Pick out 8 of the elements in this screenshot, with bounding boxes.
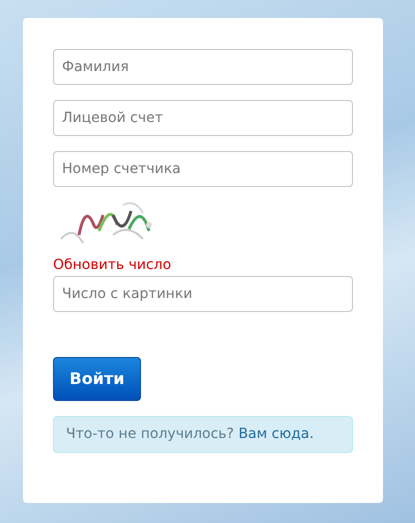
login-button[interactable]: Войти [53, 357, 141, 401]
refresh-link[interactable]: Обновить число [53, 257, 172, 274]
input-field[interactable]: Фамилия [53, 49, 353, 85]
input-field[interactable]: Число с картинки [53, 276, 353, 312]
input-field[interactable]: Номер счетчика [53, 151, 353, 187]
input-field[interactable]: Лицевой счет [53, 100, 353, 136]
help-text: Что-то не получилось? Вам сюда. [66, 426, 314, 442]
help-link[interactable]: Вам сюда. [238, 426, 314, 442]
